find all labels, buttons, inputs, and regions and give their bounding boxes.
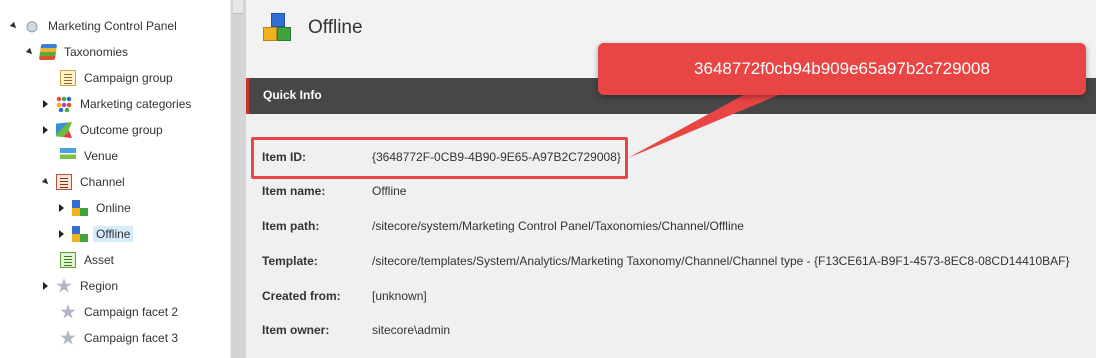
tree-item-venue[interactable]: Venue bbox=[40, 145, 121, 167]
tree-item-label: Marketing Control Panel bbox=[48, 19, 177, 33]
field-template: Template: /sitecore/templates/System/Ana… bbox=[262, 251, 1069, 271]
field-value: Offline bbox=[372, 184, 407, 198]
field-value: [unknown] bbox=[372, 289, 427, 303]
callout-text: 3648772f0cb94b909e65a97b2c729008 bbox=[694, 59, 990, 78]
tree-scrollbar[interactable] bbox=[230, 0, 246, 358]
star-icon bbox=[60, 304, 76, 319]
expand-arrow-icon[interactable] bbox=[59, 230, 64, 238]
field-value: /sitecore/templates/System/Analytics/Mar… bbox=[372, 254, 1070, 268]
document-icon bbox=[56, 174, 72, 190]
item-id-highlight-box bbox=[251, 137, 628, 179]
tree-item-label: Region bbox=[80, 279, 119, 293]
flag-icon bbox=[56, 122, 72, 138]
field-value: sitecore\admin bbox=[372, 323, 451, 337]
tree-item-label: Offline bbox=[93, 226, 134, 242]
expand-arrow-icon[interactable] bbox=[43, 282, 48, 290]
tree-item-online[interactable]: Online bbox=[56, 197, 134, 219]
tree-item-label: Campaign facet 3 bbox=[84, 331, 179, 345]
field-created-from: Created from: [unknown] bbox=[262, 286, 427, 306]
star-icon bbox=[60, 330, 76, 345]
page-title: Offline bbox=[308, 17, 363, 38]
tree-item-label: Campaign group bbox=[84, 71, 173, 85]
tree-item-marketing-categories[interactable]: Marketing categories bbox=[40, 93, 194, 115]
tree-item-label: Venue bbox=[84, 149, 119, 163]
tree-item-offline[interactable]: Offline bbox=[56, 223, 134, 245]
collapse-arrow-icon[interactable] bbox=[41, 177, 51, 187]
tree-item-campaign-group[interactable]: Campaign group bbox=[40, 67, 176, 89]
field-label: Item name: bbox=[262, 184, 326, 198]
tree-item-taxonomies[interactable]: Taxonomies bbox=[24, 41, 131, 63]
tree-item-region[interactable]: Region bbox=[40, 275, 121, 297]
collapse-arrow-icon[interactable] bbox=[9, 21, 19, 31]
expand-arrow-icon[interactable] bbox=[59, 204, 64, 212]
tree-item-label: Campaign facet 2 bbox=[84, 305, 179, 319]
tree-item-label: Asset bbox=[84, 253, 115, 267]
collapse-arrow-icon[interactable] bbox=[25, 47, 35, 57]
field-item-path: Item path: /sitecore/system/Marketing Co… bbox=[262, 216, 744, 236]
field-item-name: Item name: Offline bbox=[262, 181, 406, 201]
cubes-icon bbox=[263, 13, 293, 43]
field-value: /sitecore/system/Marketing Control Panel… bbox=[372, 219, 744, 233]
document-icon bbox=[60, 252, 76, 268]
field-label: Template: bbox=[262, 254, 318, 268]
section-title: Quick Info bbox=[263, 88, 322, 102]
star-icon bbox=[56, 278, 72, 293]
expand-arrow-icon[interactable] bbox=[43, 100, 48, 108]
tree-item-asset[interactable]: Asset bbox=[40, 249, 117, 271]
id-callout-bubble: 3648772f0cb94b909e65a97b2c729008 bbox=[598, 43, 1086, 95]
tree-item-label: Marketing categories bbox=[80, 97, 192, 111]
tree-item-label: Online bbox=[96, 201, 131, 215]
dots-icon bbox=[56, 96, 72, 112]
books-icon bbox=[38, 44, 58, 60]
tree-item-label: Taxonomies bbox=[64, 45, 129, 59]
tree-item-channel[interactable]: Channel bbox=[40, 171, 128, 193]
document-icon bbox=[60, 70, 76, 86]
control-panel-icon bbox=[24, 18, 40, 34]
tree-item-marketing-control-panel[interactable]: Marketing Control Panel bbox=[8, 15, 180, 37]
tree-item-campaign-facet-2[interactable]: Campaign facet 2 bbox=[40, 301, 181, 323]
field-label: Created from: bbox=[262, 289, 341, 303]
tree-item-label: Channel bbox=[80, 175, 125, 189]
expand-arrow-icon[interactable] bbox=[43, 126, 48, 134]
cubes-icon bbox=[72, 200, 88, 216]
tree-item-campaign-facet-3[interactable]: Campaign facet 3 bbox=[40, 327, 181, 349]
signpost-icon bbox=[60, 148, 76, 164]
field-label: Item path: bbox=[262, 219, 320, 233]
tree-item-outcome-group[interactable]: Outcome group bbox=[40, 119, 166, 141]
cubes-icon bbox=[72, 226, 88, 242]
scrollbar-thumb[interactable] bbox=[233, 0, 243, 14]
content-tree: Marketing Control Panel Taxonomies Campa… bbox=[0, 0, 230, 358]
field-item-owner: Item owner: sitecore\admin bbox=[262, 320, 450, 340]
tree-item-label: Outcome group bbox=[80, 123, 163, 137]
field-label: Item owner: bbox=[262, 323, 330, 337]
